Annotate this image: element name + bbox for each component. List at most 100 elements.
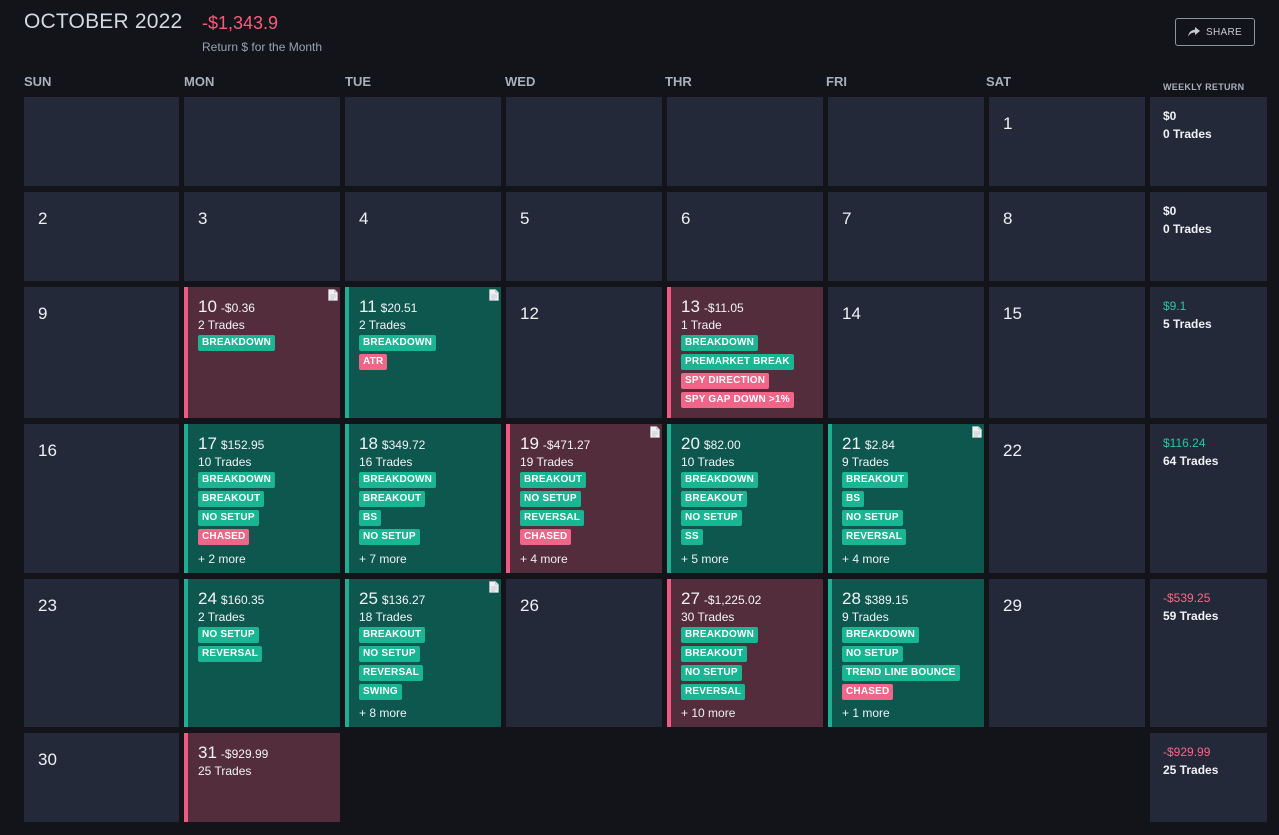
calendar-day-win[interactable]: 28 $389.15 9 Trades BREAKDOWN NO SETUP TREND … [828, 579, 984, 727]
day-return: $389.15 [864, 593, 909, 607]
more-tags-link[interactable]: + 4 more [520, 552, 568, 566]
day-trade-count: 16 Trades [359, 455, 413, 469]
setup-tag[interactable]: REVERSAL [842, 529, 907, 545]
setup-tag[interactable]: ATR [359, 354, 388, 370]
setup-tag[interactable]: BREAKOUT [520, 472, 587, 488]
calendar-day-win[interactable]: 21 $2.84 9 Trades BREAKOUT BS NO SETUP REVERSA… [828, 424, 984, 573]
setup-tag[interactable]: NO SETUP [520, 491, 581, 507]
calendar-day-loss[interactable]: 31 -$929.99 25 Trades [184, 733, 340, 822]
setup-tag[interactable]: BREAKOUT [359, 627, 426, 643]
note-icon[interactable] [489, 289, 499, 301]
setup-tag[interactable]: SPY DIRECTION [681, 373, 770, 389]
setup-tag[interactable]: CHASED [198, 529, 250, 545]
calendar-day[interactable]: 14 [828, 287, 984, 418]
calendar-day[interactable]: 2 [24, 192, 179, 281]
note-icon[interactable] [972, 426, 982, 438]
setup-tag[interactable]: NO SETUP [681, 510, 742, 526]
calendar-day[interactable]: 16 [24, 424, 179, 573]
setup-tag[interactable]: PREMARKET BREAK [681, 354, 794, 370]
calendar-day-loss[interactable]: 19 -$471.27 19 Trades BREAKOUT NO SETUP REVER… [506, 424, 662, 573]
setup-tag[interactable]: BREAKDOWN [681, 627, 759, 643]
setup-tag[interactable]: BS [842, 491, 865, 507]
calendar-day-win[interactable]: 11 $20.51 2 Trades BREAKDOWN ATR [345, 287, 501, 418]
more-tags-link[interactable]: + 4 more [842, 552, 890, 566]
setup-tag[interactable]: BREAKOUT [359, 491, 426, 507]
share-button[interactable]: SHARE [1175, 18, 1255, 46]
note-icon[interactable] [650, 426, 660, 438]
setup-tag[interactable]: BREAKDOWN [359, 472, 437, 488]
calendar-day[interactable]: 8 [989, 192, 1145, 281]
calendar-day[interactable]: 9 [24, 287, 179, 418]
setup-tag[interactable]: CHASED [520, 529, 572, 545]
setup-tag[interactable]: SS [681, 529, 703, 545]
day-summary: 13 -$11.05 1 Trade BREAKDOWN PREMARKET BREAK… [681, 297, 819, 408]
more-tags-link[interactable]: + 7 more [359, 552, 407, 566]
setup-tag[interactable]: TREND LINE BOUNCE [842, 665, 960, 681]
calendar-day[interactable]: 4 [345, 192, 501, 281]
setup-tag[interactable]: SPY GAP DOWN >1% [681, 392, 794, 408]
setup-tag[interactable]: NO SETUP [198, 510, 259, 526]
setup-tag[interactable]: BREAKOUT [198, 491, 265, 507]
calendar-day[interactable]: 29 [989, 579, 1145, 727]
calendar-day[interactable]: 26 [506, 579, 662, 727]
calendar-day[interactable]: 23 [24, 579, 179, 727]
setup-tag[interactable]: BREAKOUT [842, 472, 909, 488]
calendar-day[interactable]: 12 [506, 287, 662, 418]
day-header-line: 10 -$0.36 [198, 297, 336, 317]
more-tags-link[interactable]: + 5 more [681, 552, 729, 566]
setup-tag[interactable]: BREAKDOWN [359, 335, 437, 351]
day-number: 11 [359, 297, 377, 316]
setup-tag[interactable]: REVERSAL [198, 646, 263, 662]
setup-tag[interactable]: SWING [359, 684, 402, 700]
calendar-day-win[interactable]: 20 $82.00 10 Trades BREAKDOWN BREAKOUT NO SET… [667, 424, 823, 573]
day-summary: 27 -$1,225.02 30 Trades BREAKDOWN BREAKOUT NO… [681, 589, 819, 700]
note-icon[interactable] [489, 581, 499, 593]
day-header-line: 13 -$11.05 [681, 297, 819, 317]
setup-tag[interactable]: BREAKDOWN [681, 472, 759, 488]
setup-tag[interactable]: NO SETUP [359, 529, 420, 545]
weekday-header-wed: WED [505, 74, 536, 89]
tag-list: BREAKDOWN BREAKOUT NO SETUP REVERSAL [681, 627, 819, 700]
calendar-day[interactable]: 30 [24, 733, 179, 822]
weekly-return-amount: -$929.99 [1163, 745, 1211, 759]
setup-tag[interactable]: BREAKOUT [681, 646, 748, 662]
calendar-day-win[interactable]: 25 $136.27 18 Trades BREAKOUT NO SETUP REVERS… [345, 579, 501, 727]
calendar-day-win[interactable]: 17 $152.95 10 Trades BREAKDOWN BREAKOUT NO SE… [184, 424, 340, 573]
calendar-day-win[interactable]: 24 $160.35 2 Trades NO SETUP REVERSAL [184, 579, 340, 727]
setup-tag[interactable]: BREAKDOWN [198, 472, 276, 488]
day-summary: 17 $152.95 10 Trades BREAKDOWN BREAKOUT NO SE… [198, 434, 336, 545]
day-number: 12 [520, 304, 539, 323]
calendar-day[interactable]: 15 [989, 287, 1145, 418]
day-number: 9 [38, 304, 48, 323]
setup-tag[interactable]: CHASED [842, 684, 894, 700]
setup-tag[interactable]: REVERSAL [681, 684, 746, 700]
calendar-day-loss[interactable]: 27 -$1,225.02 30 Trades BREAKDOWN BREAKOUT NO… [667, 579, 823, 727]
calendar-day-loss[interactable]: 13 -$11.05 1 Trade BREAKDOWN PREMARKET BREAK… [667, 287, 823, 418]
day-number: 24 [198, 589, 217, 608]
note-icon[interactable] [328, 289, 338, 301]
setup-tag[interactable]: NO SETUP [842, 646, 903, 662]
calendar-day[interactable]: 6 [667, 192, 823, 281]
calendar-day-win[interactable]: 18 $349.72 16 Trades BREAKDOWN BREAKOUT BS NO … [345, 424, 501, 573]
setup-tag[interactable]: NO SETUP [681, 665, 742, 681]
calendar-day[interactable]: 22 [989, 424, 1145, 573]
calendar-day[interactable]: 5 [506, 192, 662, 281]
more-tags-link[interactable]: + 8 more [359, 706, 407, 720]
setup-tag[interactable]: REVERSAL [520, 510, 585, 526]
setup-tag[interactable]: NO SETUP [842, 510, 903, 526]
setup-tag[interactable]: NO SETUP [359, 646, 420, 662]
setup-tag[interactable]: BREAKDOWN [198, 335, 276, 351]
setup-tag[interactable]: BREAKOUT [681, 491, 748, 507]
more-tags-link[interactable]: + 2 more [198, 552, 246, 566]
more-tags-link[interactable]: + 10 more [681, 706, 735, 720]
setup-tag[interactable]: BREAKDOWN [681, 335, 759, 351]
calendar-day[interactable]: 7 [828, 192, 984, 281]
calendar-day[interactable]: 1 [989, 97, 1145, 186]
setup-tag[interactable]: REVERSAL [359, 665, 424, 681]
calendar-day[interactable]: 3 [184, 192, 340, 281]
calendar-day-loss[interactable]: 10 -$0.36 2 Trades BREAKDOWN [184, 287, 340, 418]
more-tags-link[interactable]: + 1 more [842, 706, 890, 720]
setup-tag[interactable]: BS [359, 510, 382, 526]
setup-tag[interactable]: NO SETUP [198, 627, 259, 643]
setup-tag[interactable]: BREAKDOWN [842, 627, 920, 643]
